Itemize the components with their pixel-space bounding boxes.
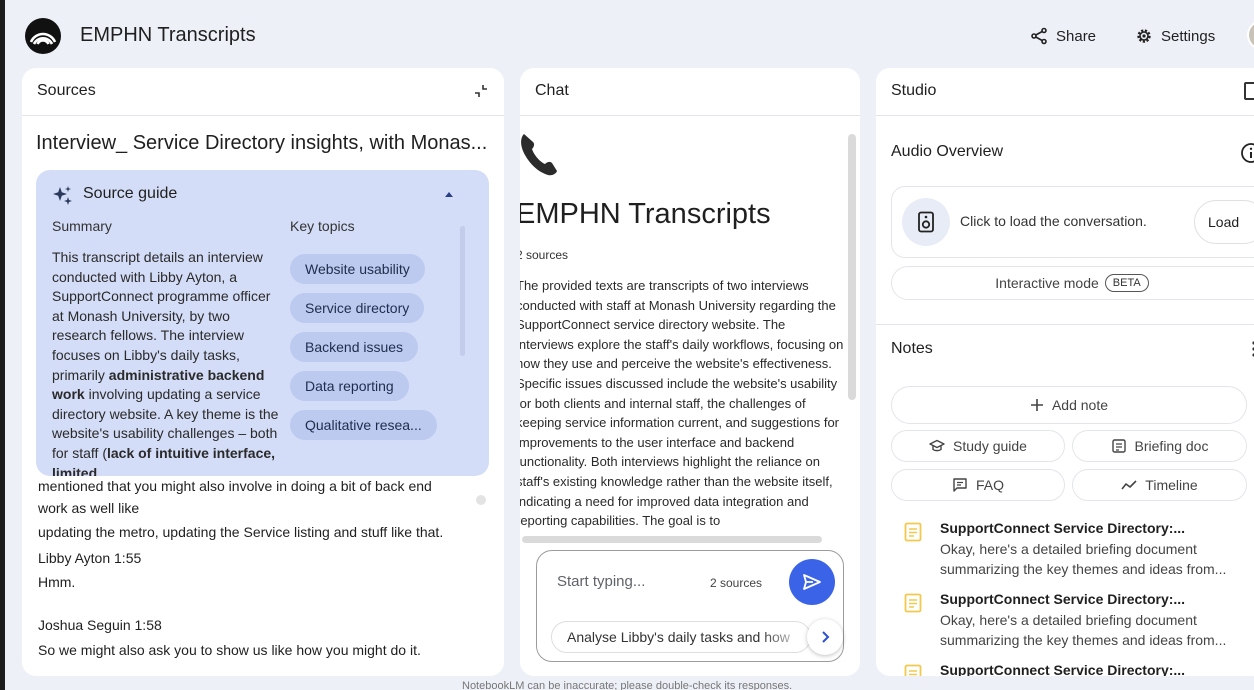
key-topics-heading: Key topics xyxy=(290,218,355,234)
suggestion-fade xyxy=(760,622,810,652)
disclaimer-text: NotebookLM can be inaccurate; please dou… xyxy=(462,680,793,690)
note-item[interactable]: SupportConnect Service Directory:... Oka… xyxy=(902,591,1252,653)
chevron-right-icon xyxy=(822,631,830,643)
graduation-cap-icon xyxy=(929,439,945,452)
note-snippet: Okay, here's a detailed briefing documen… xyxy=(940,612,1227,648)
send-icon xyxy=(803,574,821,590)
transcript-scrollbar[interactable] xyxy=(476,495,486,505)
briefing-doc-label: Briefing doc xyxy=(1134,438,1209,454)
document-icon xyxy=(1111,439,1126,453)
settings-button[interactable]: Settings xyxy=(1123,20,1227,52)
summary-heading: Summary xyxy=(52,218,112,234)
next-suggestion-button[interactable] xyxy=(807,619,843,655)
beta-badge: BETA xyxy=(1104,274,1149,292)
summary-text: This transcript details an interview con… xyxy=(52,249,279,476)
note-snippet: Okay, here's a detailed briefing documen… xyxy=(940,541,1227,577)
timeline-label: Timeline xyxy=(1145,477,1198,493)
top-bar: EMPHN Transcripts Share Settings xyxy=(5,0,1254,68)
interactive-mode-button[interactable]: Interactive mode BETA xyxy=(891,266,1254,300)
faq-label: FAQ xyxy=(975,477,1004,493)
chat-title: Chat xyxy=(535,82,569,99)
add-note-button[interactable]: Add note xyxy=(891,386,1247,424)
guide-scrollbar[interactable] xyxy=(460,226,465,356)
transcript-line: updating the metro, updating the Service… xyxy=(38,524,444,540)
caret-up-icon[interactable] xyxy=(443,189,455,199)
note-title: SupportConnect Service Directory:... xyxy=(940,591,1186,607)
add-note-label: Add note xyxy=(1051,397,1109,413)
collapse-icon[interactable] xyxy=(472,82,490,100)
source-guide: Source guide Summary This transcript det… xyxy=(36,170,489,476)
gear-icon xyxy=(1137,29,1151,43)
notebook-sources-count: 2 sources xyxy=(520,248,569,262)
notebook-title[interactable]: EMPHN Transcripts xyxy=(80,24,256,47)
audio-icon-container xyxy=(902,198,950,246)
info-icon[interactable] xyxy=(1240,142,1254,164)
note-title: SupportConnect Service Directory:... xyxy=(940,520,1186,536)
transcript-line: So we might also ask you to show us like… xyxy=(38,642,421,658)
speaker-icon xyxy=(918,211,934,233)
note-title: SupportConnect Service Directory:... xyxy=(940,662,1186,676)
topic-chip[interactable]: Backend issues xyxy=(290,332,419,362)
transcript-line: mentioned that you might also involve in… xyxy=(38,478,432,494)
study-guide-button[interactable]: Study guide xyxy=(891,430,1065,462)
send-button[interactable] xyxy=(789,559,835,605)
avatar[interactable] xyxy=(1247,20,1254,50)
suggested-question[interactable]: Analyse Libby's daily tasks and how xyxy=(551,621,811,653)
note-item[interactable]: SupportConnect Service Directory:... Oka… xyxy=(902,520,1252,582)
studio-divider xyxy=(876,324,1254,325)
chat-panel: Chat EMPHN Transcripts 2 sources The pro… xyxy=(520,68,860,676)
topic-chip[interactable]: Website usability xyxy=(290,254,425,284)
briefing-doc-button[interactable]: Briefing doc xyxy=(1072,430,1247,462)
transcript-speaker: Libby Ayton 1:55 xyxy=(38,550,142,566)
sources-title: Sources xyxy=(37,82,96,99)
study-guide-label: Study guide xyxy=(953,438,1027,454)
notebooklm-logo-icon[interactable] xyxy=(25,18,61,54)
share-button[interactable]: Share xyxy=(1018,20,1108,52)
suggested-question-text: Analyse Libby's daily tasks and how xyxy=(567,629,790,645)
topic-chip[interactable]: Qualitative resea... xyxy=(290,410,437,440)
chat-scrollbar[interactable] xyxy=(848,134,856,400)
studio-title: Studio xyxy=(891,82,937,99)
window-edge xyxy=(0,0,5,690)
interactive-mode-label: Interactive mode xyxy=(995,275,1099,291)
plus-icon xyxy=(1030,399,1043,411)
notebook-summary: The provided texts are transcripts of tw… xyxy=(520,278,844,529)
topic-chip[interactable]: Service directory xyxy=(290,293,425,323)
notes-title: Notes xyxy=(891,340,933,357)
sources-panel: Sources Interview_ Service Directory ins… xyxy=(22,68,504,676)
studio-header: Studio xyxy=(876,68,1254,116)
sources-header: Sources xyxy=(22,68,504,116)
share-label: Share xyxy=(1056,27,1097,45)
composer-sources-count: 2 sources xyxy=(710,576,763,590)
audio-overview-title: Audio Overview xyxy=(891,143,1004,160)
sparkle-icon xyxy=(53,186,72,205)
transcript-line: work as well like xyxy=(38,500,140,516)
timeline-icon xyxy=(1121,480,1137,490)
topic-chip[interactable]: Data reporting xyxy=(290,371,409,401)
notebook-heading: EMPHN Transcripts xyxy=(520,198,771,230)
faq-button[interactable]: FAQ xyxy=(891,469,1065,501)
audio-overview-card: Click to load the conversation. Load xyxy=(891,186,1254,258)
note-icon xyxy=(904,664,922,676)
transcript-speaker: Joshua Seguin 1:58 xyxy=(38,617,162,633)
studio-panel: Studio Audio Overview Click to load the … xyxy=(876,68,1254,676)
chat-composer: 2 sources Analyse Libby's daily tasks an… xyxy=(536,550,844,662)
load-conversation-text: Click to load the conversation. xyxy=(960,213,1147,229)
source-guide-label[interactable]: Source guide xyxy=(83,185,177,203)
expand-panel-icon[interactable] xyxy=(1244,82,1254,100)
chat-horizontal-scrollbar[interactable] xyxy=(522,536,822,543)
note-item[interactable]: SupportConnect Service Directory:... xyxy=(902,662,1252,676)
timeline-button[interactable]: Timeline xyxy=(1072,469,1247,501)
share-icon xyxy=(1031,27,1047,45)
source-document-title: Interview_ Service Directory insights, w… xyxy=(36,132,488,154)
note-icon xyxy=(904,522,922,542)
chat-bubble-icon xyxy=(953,478,967,492)
settings-label: Settings xyxy=(1161,27,1216,45)
note-icon xyxy=(904,593,922,613)
load-button[interactable]: Load xyxy=(1194,200,1254,244)
transcript-line: Hmm. xyxy=(38,574,76,590)
phone-emoji-icon xyxy=(521,134,557,176)
chat-input[interactable] xyxy=(557,573,707,590)
chat-header: Chat xyxy=(520,68,860,116)
